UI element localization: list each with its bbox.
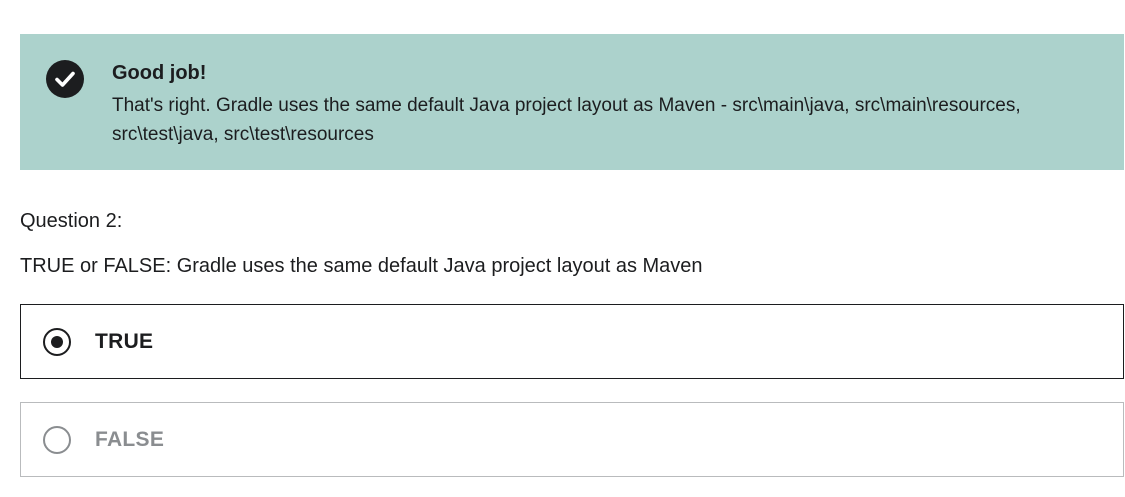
answer-option-true[interactable]: TRUE [20,304,1124,379]
radio-selected-icon[interactable] [43,328,71,356]
question-prompt: TRUE or FALSE: Gradle uses the same defa… [20,255,703,277]
feedback-banner: Good job! That's right. Gradle uses the … [20,34,1124,170]
answer-option-label: TRUE [95,330,154,353]
feedback-message: That's right. Gradle uses the same defau… [112,95,1021,145]
radio-unselected-icon[interactable] [43,426,71,454]
question-number: Question 2: [20,210,123,232]
radio-dot [51,336,63,348]
answer-option-label: FALSE [95,428,165,451]
check-circle-icon [46,60,84,98]
answer-option-false[interactable]: FALSE [20,402,1124,477]
feedback-title: Good job! [112,62,207,84]
